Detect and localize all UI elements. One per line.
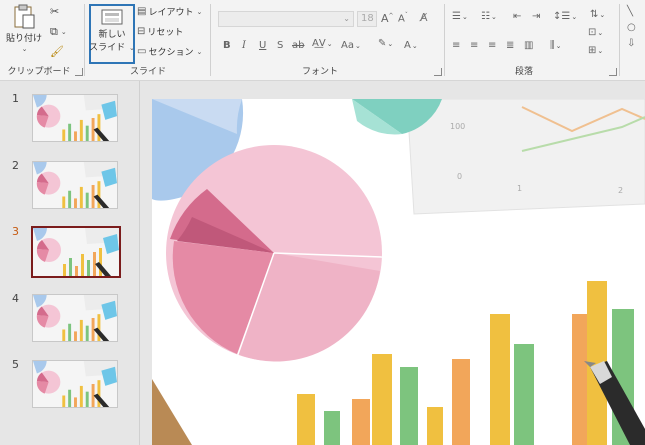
new-slide-label-line2-wrap: スライド ⌄ <box>89 40 135 53</box>
arrow-shape-icon[interactable]: ⇩ <box>627 38 635 49</box>
chevron-down-icon: ⌄ <box>129 44 135 52</box>
align-text-icon[interactable]: ⊡⌄ <box>588 27 603 38</box>
underline-icon[interactable]: U <box>259 40 266 51</box>
chevron-down-icon: ⌄ <box>343 14 350 23</box>
slide-photo: 100 0 1 2 <box>152 99 645 445</box>
group-separator <box>84 4 85 76</box>
slide-number: 2 <box>12 159 19 172</box>
slide-thumbnail-5[interactable] <box>32 360 118 408</box>
paper-axis-2: 2 <box>618 186 623 195</box>
bullets-icon[interactable]: ☰⌄ <box>452 11 468 22</box>
highlight-color-icon[interactable]: ✎⌄ <box>378 38 393 49</box>
paper-axis-1: 1 <box>517 184 522 193</box>
align-center-icon[interactable]: ≡ <box>470 40 478 51</box>
ribbon: 貼り付け ⌄ ✂ ⧉ ⌄ 🖌 クリップボード 新しい スライド ⌄ ▤ レイアウ… <box>0 0 645 81</box>
change-case-icon[interactable]: Aa⌄ <box>341 40 361 51</box>
format-painter-icon: 🖌 <box>50 45 64 58</box>
font-color-icon[interactable]: A⌄ <box>404 40 418 51</box>
increase-indent-icon[interactable]: ⇥ <box>532 11 540 22</box>
slide-thumbnail-pane: 1 2 3 4 5 <box>0 81 139 445</box>
decrease-indent-icon[interactable]: ⇤ <box>513 11 521 22</box>
clear-format-icon[interactable]: A̸ <box>420 11 428 24</box>
new-slide-label-line1: 新しい <box>98 30 126 40</box>
line-shape-icon[interactable]: ╲ <box>627 6 633 17</box>
thumbnail-pane-divider[interactable] <box>139 81 140 445</box>
smartart-icon[interactable]: ⊞⌄ <box>588 45 603 56</box>
font-size-combo[interactable]: 18 <box>357 11 377 27</box>
copy-icon: ⧉ <box>50 25 58 38</box>
new-slide-button[interactable]: 新しい スライド ⌄ <box>89 4 135 64</box>
paste-icon <box>12 4 36 30</box>
chevron-down-icon: ⌄ <box>196 47 203 56</box>
scissors-icon: ✂ <box>50 5 60 18</box>
slide-thumbnail-2[interactable] <box>32 161 118 209</box>
cut-button[interactable]: ✂ <box>50 5 59 18</box>
font-group-label: フォント <box>301 67 338 77</box>
text-direction-icon[interactable]: ⇅⌄ <box>590 9 605 20</box>
chevron-down-icon: ⌄ <box>196 7 203 16</box>
slide-number: 3 <box>12 225 19 238</box>
section-button[interactable]: ▭ セクション ⌄ <box>137 45 202 58</box>
copy-button[interactable]: ⧉ ⌄ <box>50 25 67 39</box>
oval-shape-icon[interactable]: ○ <box>627 22 636 33</box>
character-spacing-icon[interactable]: A͟V⌄ <box>312 38 333 49</box>
columns-icon[interactable]: ⫼⌄ <box>550 40 561 51</box>
line-spacing-icon[interactable]: ↕☰⌄ <box>553 11 577 22</box>
font-name-combo[interactable]: ⌄ <box>218 11 354 27</box>
bold-icon[interactable]: B <box>223 40 231 51</box>
reset-button[interactable]: ⊟ リセット <box>137 25 183 38</box>
shrink-font-icon[interactable]: Aˇ <box>398 12 408 24</box>
strikethrough-icon[interactable]: ab <box>292 40 304 51</box>
italic-icon[interactable]: I <box>242 40 246 51</box>
layout-label: レイアウト <box>148 8 194 18</box>
group-separator <box>444 4 445 76</box>
font-dialog-launcher[interactable] <box>434 68 442 76</box>
paragraph-group-label: 段落 <box>514 67 533 77</box>
layout-icon: ▤ <box>137 6 147 17</box>
align-right-icon[interactable]: ≡ <box>488 40 496 51</box>
reset-label: リセット <box>147 28 184 38</box>
slide-number: 4 <box>12 292 19 305</box>
paper-axis-100: 100 <box>450 122 465 131</box>
clipboard-group-label: クリップボード <box>7 67 71 77</box>
chevron-down-icon: ⌄ <box>21 45 28 53</box>
paper-axis-0: 0 <box>457 172 462 181</box>
slides-group-label: スライド <box>129 67 166 77</box>
group-separator <box>210 4 211 76</box>
grow-font-icon[interactable]: A^ <box>381 12 394 25</box>
section-icon: ▭ <box>137 46 147 57</box>
paste-label: 貼り付け <box>5 34 42 44</box>
slide-number: 5 <box>12 358 19 371</box>
slide-thumbnail-4[interactable] <box>32 294 118 342</box>
reset-icon: ⊟ <box>137 26 146 37</box>
font-size-value: 18 <box>361 13 374 24</box>
shadow-icon[interactable]: S <box>277 40 283 51</box>
paste-button[interactable]: 貼り付け ⌄ <box>4 4 44 56</box>
format-painter-button[interactable]: 🖌 <box>50 45 64 58</box>
group-separator <box>619 4 620 76</box>
chevron-down-icon: ⌄ <box>60 28 67 36</box>
new-slide-label-line2: スライド <box>89 43 126 53</box>
slide-number: 1 <box>12 92 19 105</box>
layout-button[interactable]: ▤ レイアウト ⌄ <box>137 5 202 18</box>
slide-thumbnail-3[interactable] <box>31 226 121 278</box>
slide-canvas[interactable]: 100 0 1 2 <box>152 99 645 445</box>
section-label: セクション <box>148 48 194 58</box>
numbering-icon[interactable]: ☷⌄ <box>481 11 497 22</box>
justify-icon[interactable]: ≣ <box>506 40 514 51</box>
align-left-icon[interactable]: ≡ <box>452 40 460 51</box>
distributed-icon[interactable]: ▥ <box>524 40 533 51</box>
paragraph-dialog-launcher[interactable] <box>609 68 617 76</box>
slide-thumbnail-1[interactable] <box>32 94 118 142</box>
clipboard-dialog-launcher[interactable] <box>75 68 83 76</box>
new-slide-icon <box>101 9 123 25</box>
